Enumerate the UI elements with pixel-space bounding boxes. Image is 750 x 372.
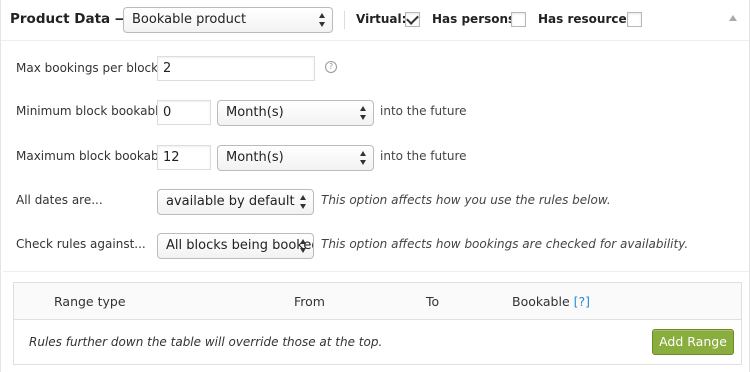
select-arrows-icon xyxy=(360,106,367,120)
table-header: Range type From To Bookable [?] xyxy=(14,283,741,320)
virtual-label: Virtual: xyxy=(356,12,407,26)
min-block-label: Minimum block bookable xyxy=(16,104,166,118)
availability-rules-table: Range type From To Bookable [?] Rules fur… xyxy=(13,282,742,365)
select-arrows-icon xyxy=(300,195,307,209)
help-icon[interactable]: ? xyxy=(325,61,337,73)
product-data-title: Product Data — xyxy=(10,11,129,27)
check-rules-value: All blocks being booked xyxy=(166,238,314,253)
add-range-button[interactable]: Add Range xyxy=(652,329,734,355)
bookable-help-link[interactable]: [?] xyxy=(574,294,590,309)
product-data-header: Product Data — Bookable product Virtual:… xyxy=(1,0,749,41)
table-footer: Rules further down the table will overri… xyxy=(14,320,741,364)
product-type-select[interactable]: Bookable product xyxy=(123,7,333,33)
product-data-panel: Product Data — Bookable product Virtual:… xyxy=(0,0,750,372)
max-block-input[interactable]: 12 xyxy=(157,145,211,170)
column-header-range-type: Range type xyxy=(54,294,126,309)
min-block-unit-value: Month(s) xyxy=(226,105,284,120)
check-rules-select[interactable]: All blocks being booked xyxy=(157,233,314,259)
select-arrows-icon xyxy=(300,239,307,253)
max-bookings-label: Max bookings per block xyxy=(16,61,159,75)
section-divider xyxy=(3,271,749,272)
min-block-input[interactable]: 0 xyxy=(157,100,211,125)
has-resources-label: Has resources: xyxy=(538,12,639,26)
min-block-value: 0 xyxy=(163,105,172,120)
column-header-from: From xyxy=(294,294,325,309)
check-rules-label: Check rules against... xyxy=(16,237,146,251)
min-block-suffix: into the future xyxy=(380,104,467,118)
all-dates-description: This option affects how you use the rule… xyxy=(321,193,611,207)
product-type-value: Bookable product xyxy=(132,12,247,27)
max-bookings-input[interactable]: 2 xyxy=(157,56,315,81)
select-arrows-icon xyxy=(360,151,367,165)
max-block-value: 12 xyxy=(163,150,180,165)
header-separator xyxy=(344,11,345,29)
column-header-to: To xyxy=(426,294,440,309)
max-block-unit-select[interactable]: Month(s) xyxy=(217,145,374,171)
rules-override-note: Rules further down the table will overri… xyxy=(29,335,383,349)
has-persons-label: Has persons: xyxy=(432,12,520,26)
max-bookings-value: 2 xyxy=(163,61,172,76)
max-block-label: Maximum block bookable xyxy=(16,149,170,163)
max-block-suffix: into the future xyxy=(380,149,467,163)
column-header-bookable-label: Bookable xyxy=(512,294,570,309)
all-dates-value: available by default xyxy=(166,194,295,209)
max-block-unit-value: Month(s) xyxy=(226,150,284,165)
virtual-checkbox[interactable] xyxy=(405,12,420,27)
column-header-bookable: Bookable [?] xyxy=(512,294,590,309)
all-dates-select[interactable]: available by default xyxy=(157,189,314,215)
all-dates-label: All dates are... xyxy=(16,193,103,207)
min-block-unit-select[interactable]: Month(s) xyxy=(217,100,374,126)
has-resources-checkbox[interactable] xyxy=(627,12,642,27)
check-rules-description: This option affects how bookings are che… xyxy=(321,237,689,251)
select-arrows-icon xyxy=(319,13,326,27)
has-persons-checkbox[interactable] xyxy=(511,12,526,27)
collapse-arrow-icon[interactable] xyxy=(729,15,737,21)
